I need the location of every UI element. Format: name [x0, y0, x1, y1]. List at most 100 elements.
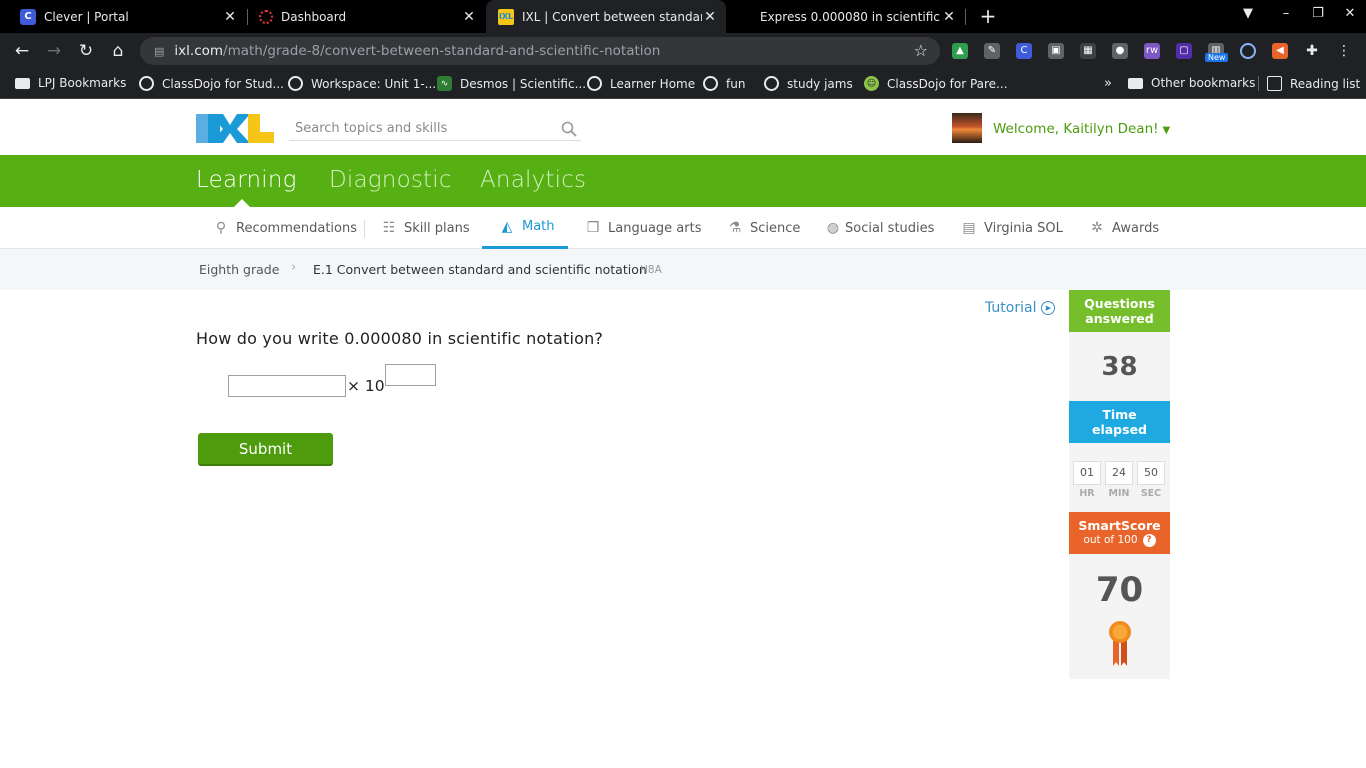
reading-list-icon [1267, 76, 1282, 91]
folder-icon [1128, 77, 1143, 89]
globe-icon: ◍ [826, 220, 840, 236]
more-bookmarks-chevron-icon[interactable]: » [1104, 76, 1112, 91]
main-nav-learning[interactable]: Learning [196, 167, 297, 193]
clever-extension-icon[interactable]: C [1016, 43, 1032, 59]
bookmark-label: study jams [787, 76, 853, 91]
tutorial-link[interactable]: Tutorial ▶ [985, 300, 1056, 316]
subnav-label: Science [750, 220, 801, 236]
globe-icon [288, 76, 303, 91]
bookmark-label: LPJ Bookmarks [38, 76, 127, 90]
close-icon[interactable]: ✕ [941, 9, 957, 25]
extension-icon[interactable]: ◀ [1272, 43, 1288, 59]
reading-list-label: Reading list [1290, 76, 1361, 91]
bookmark-star-icon[interactable]: ☆ [914, 41, 928, 60]
breadcrumb-skill: E.1 Convert between standard and scienti… [313, 262, 647, 277]
ixl-icon: IXL [498, 8, 514, 25]
restore-button[interactable]: ❐ [1308, 6, 1328, 21]
ixl-logo[interactable] [196, 114, 274, 143]
avatar[interactable] [952, 113, 982, 143]
submit-button[interactable]: Submit [198, 433, 333, 466]
math-icon: ◭ [501, 218, 513, 235]
bookmark-fun[interactable]: fun [703, 76, 745, 91]
question-text: How do you write 0.000080 in scientific … [196, 329, 604, 348]
play-icon: ▶ [1041, 301, 1056, 315]
close-icon[interactable]: ✕ [222, 9, 238, 25]
tab-title: IXL | Convert between standard a [522, 9, 702, 24]
subnav-virginia-sol[interactable]: ▤ Virginia SOL [960, 207, 1063, 249]
coefficient-input[interactable] [228, 375, 346, 397]
site-info-icon[interactable]: ▤ [154, 45, 164, 58]
extension-icon[interactable]: ▢ [1176, 43, 1192, 59]
subnav-recommendations[interactable]: ⚲ Recommendations [212, 207, 357, 249]
ribbon-icon [1109, 621, 1131, 666]
time-seconds: 50 [1137, 461, 1165, 485]
folder-icon [15, 77, 30, 89]
bookmark-classdojo-students[interactable]: ClassDojo for Stud... [139, 76, 284, 91]
questions-answered-label: answered [1085, 311, 1154, 326]
close-icon[interactable]: ✕ [702, 9, 718, 25]
forward-button[interactable]: → [42, 39, 66, 63]
extensions-puzzle-icon[interactable]: ✚ [1304, 43, 1320, 59]
subnav-math[interactable]: ◭ Math [482, 207, 568, 249]
main-nav-analytics[interactable]: Analytics [480, 167, 586, 193]
extension-icon[interactable]: rw [1144, 43, 1160, 59]
browser-tab-clever[interactable]: C Clever | Portal ✕ [8, 0, 246, 33]
exponent-input[interactable] [385, 364, 436, 386]
browser-tab-ixl[interactable]: IXL IXL | Convert between standard a ✕ [486, 0, 726, 33]
search-icon[interactable] [561, 121, 577, 137]
extension-icon[interactable]: ✎ [984, 43, 1000, 59]
extension-icon[interactable]: ▦ [1080, 43, 1096, 59]
stats-sidebar: Questions answered 38 Time elapsed 01 24… [1069, 290, 1170, 679]
subnav-language-arts[interactable]: ❒ Language arts [584, 207, 702, 249]
awards-icon: ✲ [1091, 220, 1103, 236]
subnav-label: Recommendations [236, 220, 358, 236]
browser-tab-dashboard[interactable]: Dashboard ✕ [247, 0, 485, 33]
bookmark-classdojo-parents[interactable]: ☺ ClassDojo for Pare... [864, 76, 1008, 91]
breadcrumb-grade[interactable]: Eighth grade [199, 262, 279, 277]
menu-kebab-icon[interactable]: ⋮ [1336, 43, 1352, 59]
subnav-social-studies[interactable]: ◍ Social studies [826, 207, 935, 249]
close-window-button[interactable]: ✕ [1340, 6, 1360, 21]
skill-search[interactable]: Search topics and skills [289, 117, 581, 141]
main-nav: Learning Diagnostic Analytics [0, 155, 1366, 207]
close-icon[interactable]: ✕ [461, 9, 477, 25]
bookmark-workspace[interactable]: Workspace: Unit 1-... [288, 76, 436, 91]
tab-title: Express 0.000080 in scientific no [760, 9, 941, 24]
new-tab-button[interactable]: + [976, 4, 1000, 28]
time-elapsed-header: Time elapsed [1069, 401, 1170, 443]
skill-plans-icon: ☷ [382, 220, 396, 236]
extension-icon[interactable]: ▣ [1048, 43, 1064, 59]
reading-list[interactable]: Reading list [1258, 76, 1360, 91]
extension-icon[interactable]: ● [1112, 43, 1128, 59]
other-bookmarks-label: Other bookmarks [1151, 76, 1256, 90]
dashboard-icon [259, 9, 273, 24]
browser-tab-express[interactable]: Express 0.000080 in scientific no ✕ [727, 0, 965, 33]
user-menu[interactable]: Welcome, Kaitilyn Dean! ▼ [993, 121, 1170, 137]
help-icon[interactable]: ? [1142, 534, 1156, 547]
bookmark-study-jams[interactable]: study jams [764, 76, 853, 91]
browser-toolbar: ← → ↻ ⌂ ▤ ixl.com/math/grade-8/convert-b… [0, 33, 1366, 69]
address-bar[interactable]: ▤ ixl.com/math/grade-8/convert-between-s… [140, 37, 940, 65]
bookmark-learner-home[interactable]: Learner Home [587, 76, 695, 91]
tab-search-icon[interactable]: ▼ [1238, 6, 1258, 21]
bookmark-desmos[interactable]: ∿ Desmos | Scientific... [437, 76, 586, 91]
subnav-skill-plans[interactable]: ☷ Skill plans [380, 207, 470, 249]
reload-button[interactable]: ↻ [74, 39, 98, 63]
recommendations-icon: ⚲ [215, 220, 227, 236]
subnav-science[interactable]: ⚗ Science [726, 207, 801, 249]
other-bookmarks[interactable]: Other bookmarks [1128, 76, 1255, 90]
main-nav-diagnostic[interactable]: Diagnostic [329, 167, 452, 193]
minimize-button[interactable]: – [1276, 6, 1296, 21]
drive-extension-icon[interactable]: ▲ [952, 43, 968, 59]
bookmark-label: Desmos | Scientific... [460, 76, 587, 91]
back-button[interactable]: ← [10, 39, 34, 63]
subnav-awards[interactable]: ✲ Awards [1088, 207, 1159, 249]
search-input[interactable]: Search topics and skills [289, 121, 561, 136]
extension-icon[interactable] [1240, 43, 1256, 59]
time-seconds-label: SEC [1140, 488, 1162, 499]
chevron-right-icon: › [291, 260, 297, 275]
bookmark-lpj[interactable]: LPJ Bookmarks [15, 76, 126, 90]
home-button[interactable]: ⌂ [106, 39, 130, 63]
subnav-separator [364, 220, 365, 238]
ixl-header: Search topics and skills Welcome, Kaitil… [0, 99, 1366, 155]
